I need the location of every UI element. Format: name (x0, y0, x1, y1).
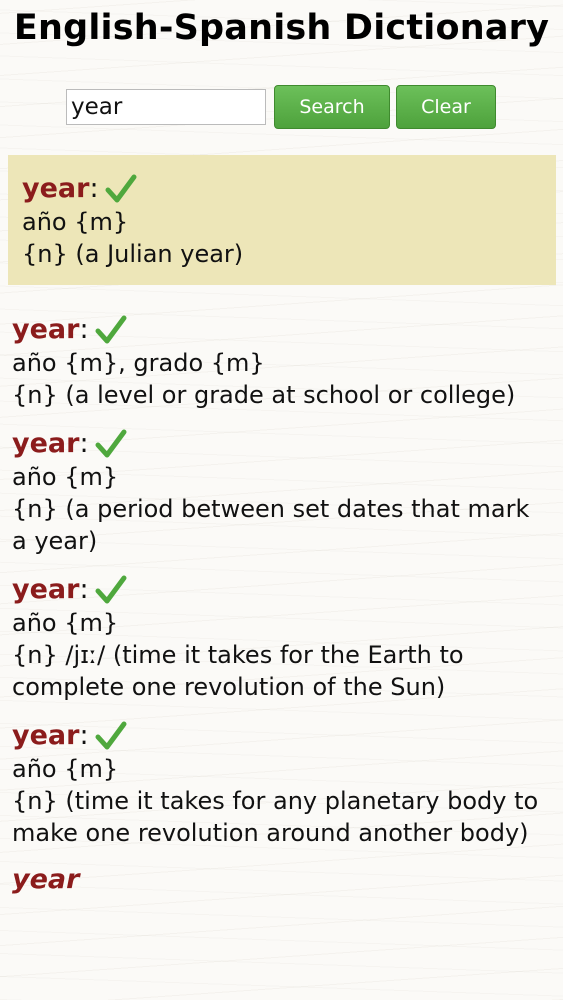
check-icon (95, 315, 127, 345)
entry-translation: año {m} (22, 208, 129, 236)
list-item: year : año {m} {n} /jɪː/ (time it takes … (12, 573, 552, 703)
entry-headword[interactable]: year (12, 313, 79, 347)
list-item: year : año {m} {n} (a period between set… (12, 427, 552, 557)
entry-headline: year : (12, 573, 552, 607)
entry-translation: año {m}, grado {m} (12, 349, 265, 377)
entry-headline: year : (12, 719, 552, 753)
entry-colon: : (89, 173, 99, 204)
check-icon (95, 721, 127, 751)
entry-definition: {n} (a Julian year) (22, 240, 244, 268)
entry-definition: {n} (time it takes for any planetary bod… (12, 787, 539, 847)
partial-entry-headword[interactable]: year (12, 865, 552, 895)
entry-colon: : (79, 314, 89, 345)
list-item: year : año {m}, grado {m} {n} (a level o… (12, 313, 552, 411)
search-bar: Search Clear (66, 85, 496, 129)
entry-definition: {n} (a level or grade at school or colle… (12, 381, 516, 409)
entry-headline: year : (12, 313, 552, 347)
check-icon (105, 174, 137, 204)
highlighted-entry: year : año {m} {n} (a Julian year) (8, 155, 556, 285)
entry-definition: {n} (a period between set dates that mar… (12, 495, 530, 555)
entry-colon: : (79, 428, 89, 459)
check-icon (95, 575, 127, 605)
search-button[interactable]: Search (274, 85, 390, 129)
page-title: English-Spanish Dictionary (13, 8, 550, 48)
entry-colon: : (79, 720, 89, 751)
entry-colon: : (79, 574, 89, 605)
entry-translation: año {m} (12, 755, 119, 783)
entry-headline: year : (12, 427, 552, 461)
entry-headword[interactable]: year (12, 573, 79, 607)
clear-button[interactable]: Clear (396, 85, 496, 129)
check-icon (95, 429, 127, 459)
entry-translation: año {m} (12, 463, 119, 491)
entry-headline: year : (22, 172, 542, 206)
search-input[interactable] (66, 89, 266, 125)
entry-headword[interactable]: year (12, 427, 79, 461)
entry-translation: año {m} (12, 609, 119, 637)
entry-headword[interactable]: year (22, 172, 89, 206)
entry-list: year : año {m}, grado {m} {n} (a level o… (12, 313, 552, 895)
entry-headword[interactable]: year (12, 719, 79, 753)
list-item: year : año {m} {n} (time it takes for an… (12, 719, 552, 849)
entry-definition: {n} /jɪː/ (time it takes for the Earth t… (12, 641, 464, 701)
